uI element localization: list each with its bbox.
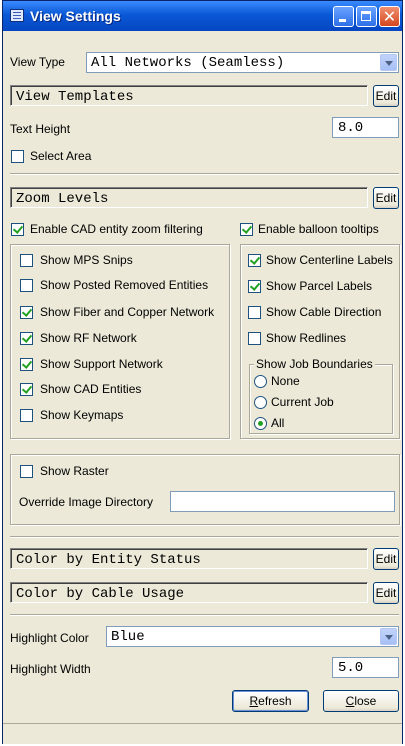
zoom-levels-value: Zoom Levels [16, 191, 109, 207]
chevron-down-icon[interactable] [380, 628, 397, 645]
minimize-button[interactable] [333, 6, 354, 27]
show-raster-checkbox[interactable] [20, 465, 33, 478]
left-option-label: Show RF Network [40, 331, 137, 345]
select-area-label: Select Area [30, 149, 92, 163]
status-bar [3, 723, 402, 744]
enable-cad-zoom-label: Enable CAD entity zoom filtering [30, 222, 203, 236]
close-icon: ✕ [382, 7, 397, 26]
override-image-directory-label: Override Image Directory [19, 495, 154, 509]
enable-balloon-label: Enable balloon tooltips [258, 222, 379, 236]
color-by-entity-value: Color by Entity Status [16, 552, 201, 568]
view-templates-field: View Templates [10, 85, 368, 106]
divider [10, 536, 399, 538]
highlight-color-select[interactable]: Blue [106, 626, 399, 647]
view-templates-value: View Templates [16, 89, 134, 105]
left-option-checkbox[interactable] [20, 254, 33, 267]
left-option-label: Show Posted Removed Entities [40, 278, 209, 292]
refresh-accel-key: R [249, 694, 259, 708]
right-option-checkbox[interactable] [248, 332, 261, 345]
color-by-entity-edit-button[interactable]: Edit [373, 548, 399, 570]
left-option-checkbox[interactable] [20, 358, 33, 371]
highlight-color-value: Blue [111, 629, 145, 645]
view-type-label: View Type [10, 55, 65, 69]
divider [10, 614, 399, 616]
right-option-label: Show Cable Direction [266, 305, 382, 319]
close-label: lose [354, 694, 377, 708]
zoom-levels-field: Zoom Levels [10, 187, 368, 208]
left-option-label: Show Support Network [40, 357, 163, 371]
highlight-width-label: Highlight Width [10, 662, 91, 676]
job-boundaries-title: Show Job Boundaries [254, 357, 375, 371]
zoom-levels-edit-button[interactable]: Edit [373, 187, 399, 209]
text-height-label: Text Height [10, 122, 71, 136]
close-window-button[interactable]: ✕ [379, 6, 400, 27]
left-option-label: Show Keymaps [40, 408, 124, 422]
job-boundary-label: Current Job [271, 395, 334, 409]
override-image-directory-input[interactable] [170, 491, 395, 512]
minimize-icon [334, 7, 353, 26]
left-option-label: Show CAD Entities [40, 382, 142, 396]
job-boundary-radio-none[interactable] [254, 375, 267, 388]
left-option-checkbox[interactable] [20, 383, 33, 396]
text-height-value: 8.0 [338, 120, 364, 136]
enable-balloon-checkbox[interactable] [240, 223, 253, 236]
job-boundary-label: None [271, 374, 300, 388]
show-raster-label: Show Raster [40, 464, 109, 478]
color-by-cable-field: Color by Cable Usage [10, 582, 368, 603]
enable-cad-zoom-checkbox[interactable] [11, 223, 24, 236]
left-option-checkbox[interactable] [20, 332, 33, 345]
view-templates-edit-button[interactable]: Edit [373, 85, 399, 107]
right-option-label: Show Centerline Labels [266, 253, 393, 267]
maximize-icon [357, 7, 376, 26]
close-button[interactable]: Close [323, 690, 399, 712]
refresh-button[interactable]: Refresh [232, 690, 309, 712]
text-height-input[interactable]: 8.0 [332, 117, 399, 138]
right-option-checkbox[interactable] [248, 306, 261, 319]
right-option-label: Show Redlines [266, 331, 347, 345]
job-boundary-radio-all[interactable] [254, 417, 267, 430]
chevron-down-icon[interactable] [380, 54, 397, 71]
left-option-checkbox[interactable] [20, 279, 33, 292]
right-option-checkbox[interactable] [248, 254, 261, 267]
highlight-width-input[interactable]: 5.0 [332, 657, 399, 678]
right-option-checkbox[interactable] [248, 280, 261, 293]
color-by-entity-field: Color by Entity Status [10, 548, 368, 569]
view-settings-window: View Settings ✕ View Type All Networks (… [2, 0, 403, 744]
job-boundary-label: All [271, 416, 285, 430]
right-option-label: Show Parcel Labels [266, 279, 373, 293]
window-icon [10, 9, 24, 22]
left-option-checkbox[interactable] [20, 409, 33, 422]
job-boundary-radio-current[interactable] [254, 396, 267, 409]
left-option-label: Show Fiber and Copper Network [40, 305, 215, 319]
refresh-label: efresh [258, 694, 292, 708]
view-type-select[interactable]: All Networks (Seamless) [86, 52, 399, 73]
window-title: View Settings [30, 8, 121, 24]
select-area-checkbox[interactable] [11, 150, 24, 163]
view-type-value: All Networks (Seamless) [91, 55, 285, 71]
divider [10, 173, 399, 175]
left-option-label: Show MPS Snips [40, 253, 133, 267]
title-bar[interactable]: View Settings ✕ [3, 1, 402, 31]
highlight-width-value: 5.0 [338, 660, 364, 676]
color-by-cable-value: Color by Cable Usage [16, 586, 185, 602]
left-option-checkbox[interactable] [20, 306, 33, 319]
maximize-button[interactable] [356, 6, 377, 27]
highlight-color-label: Highlight Color [10, 631, 89, 645]
color-by-cable-edit-button[interactable]: Edit [373, 582, 399, 604]
